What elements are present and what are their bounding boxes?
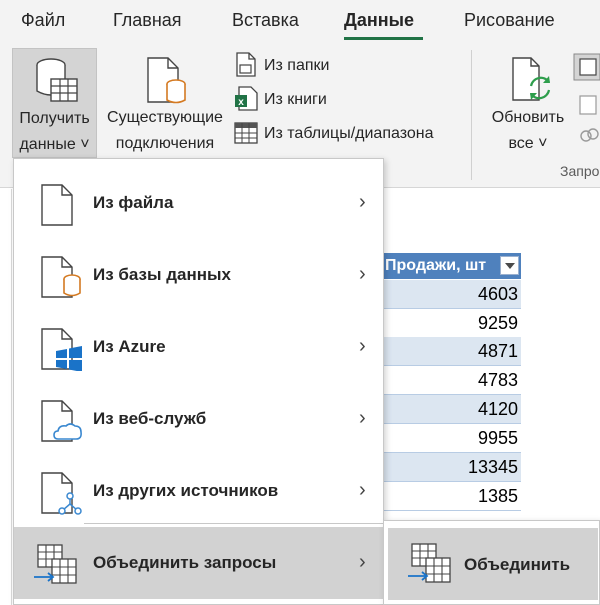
file-icon [41, 184, 73, 226]
chevron-right-icon: › [359, 407, 366, 429]
tab-draw[interactable]: Рисование [464, 10, 555, 31]
menu-item-label: Из файла [93, 193, 174, 212]
menu-item-label: Из других источников [93, 481, 279, 500]
table-cell[interactable]: 4603 [383, 280, 521, 309]
menu-item-combine-queries[interactable]: Объединить запросы › [14, 527, 383, 599]
table-icon [234, 122, 258, 144]
menu-item-from-database[interactable]: Из базы данных › [14, 239, 383, 311]
folder-file-icon [236, 52, 256, 77]
submenu-item-label: Объединить [464, 555, 571, 574]
database-table-icon [36, 58, 78, 102]
edit-links-icon[interactable] [578, 124, 600, 146]
table-cell[interactable]: 9955 [383, 424, 521, 453]
submenu-item-merge[interactable]: Объединить [388, 528, 598, 600]
existing-label-1: Существующие [107, 109, 223, 126]
database-icon [41, 256, 81, 298]
menu-bar: Файл Главная Вставка Данные Рисование [0, 0, 600, 44]
refresh-label-2: все ˅ [508, 135, 548, 152]
existing-label-2: подключения [115, 135, 215, 152]
chevron-right-icon: › [359, 263, 366, 285]
menu-item-label: Объединить запросы [93, 553, 277, 572]
table-cell[interactable]: 4120 [383, 395, 521, 424]
row-headers [0, 189, 12, 605]
tab-file[interactable]: Файл [21, 10, 65, 31]
chevron-right-icon: › [359, 335, 366, 357]
properties-icon[interactable] [578, 94, 600, 116]
menu-item-label: Из базы данных [93, 265, 232, 284]
refresh-label-1: Обновить [491, 109, 565, 126]
menu-item-from-azure[interactable]: Из Azure › [14, 311, 383, 383]
get-data-label-1: Получить [19, 110, 90, 127]
svg-text:x: x [238, 97, 244, 108]
chevron-right-icon: › [359, 551, 366, 573]
menu-item-label: Из Azure [93, 337, 166, 356]
refresh-all-button[interactable]: Обновить все ˅ [484, 48, 572, 158]
filter-dropdown-icon[interactable] [500, 256, 519, 275]
queries-connections-icon[interactable] [572, 52, 600, 82]
table-cell[interactable]: 4783 [383, 366, 521, 395]
active-tab-indicator [344, 37, 423, 40]
tab-home[interactable]: Главная [113, 10, 182, 31]
from-folder-label: Из папки [264, 57, 330, 74]
get-data-dropdown: Из файла › Из базы данных › Из Azure › И… [13, 158, 384, 605]
menu-item-from-web-services[interactable]: Из веб-служб › [14, 383, 383, 455]
tab-data[interactable]: Данные [344, 10, 414, 31]
excel-file-icon: x [235, 86, 258, 111]
table-cell[interactable]: 9259 [383, 309, 521, 338]
combine-icon [34, 544, 77, 584]
azure-icon [41, 328, 82, 371]
tab-insert[interactable]: Вставка [232, 10, 299, 31]
combine-submenu: Объединить [383, 520, 600, 605]
from-table-label: Из таблицы/диапазона [264, 125, 434, 142]
file-database-icon [147, 57, 186, 104]
menu-item-label: Из веб-служб [93, 409, 207, 428]
cloud-icon [41, 400, 82, 442]
table-cell[interactable]: 1385 [383, 482, 521, 511]
table-cell[interactable]: 13345 [383, 453, 521, 482]
menu-item-from-file[interactable]: Из файла › [14, 167, 383, 239]
get-data-label-2: данные ˅ [19, 136, 90, 153]
menu-item-from-other-sources[interactable]: Из других источников › [14, 455, 383, 527]
from-book-label: Из книги [264, 91, 327, 108]
menu-divider [84, 523, 383, 524]
queries-group-label: Запро [560, 163, 600, 179]
chevron-right-icon: › [359, 479, 366, 501]
existing-connections-button[interactable]: Существующие подключения [98, 48, 232, 158]
table-cell[interactable]: 4871 [383, 337, 521, 366]
refresh-icon [512, 57, 551, 101]
chevron-right-icon: › [359, 191, 366, 213]
network-icon [41, 472, 82, 515]
get-data-button[interactable]: Получить данные ˅ [12, 48, 97, 158]
ribbon-separator [471, 50, 472, 180]
merge-icon [408, 543, 451, 583]
